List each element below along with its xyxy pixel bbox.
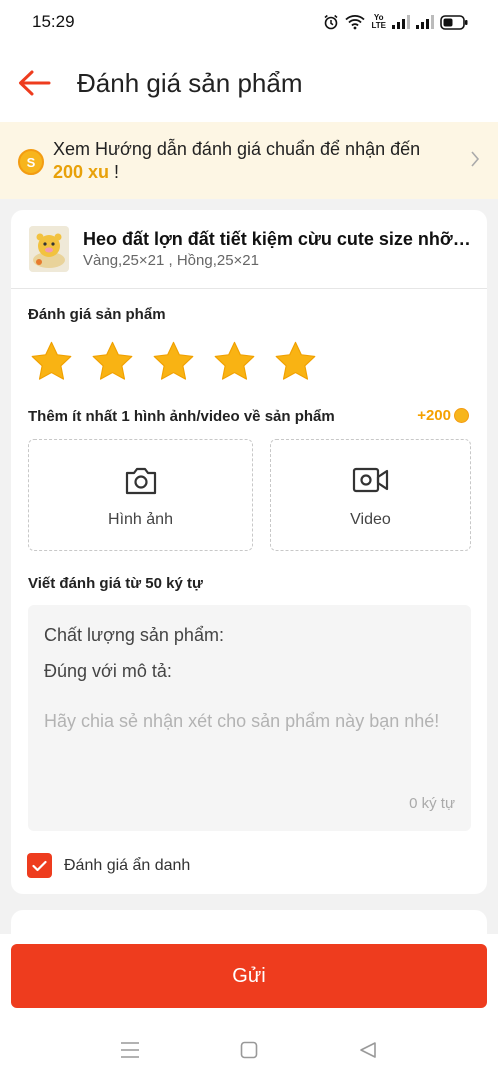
char-count: 0 ký tự: [409, 795, 455, 812]
status-icons: Yo LTE: [323, 11, 468, 33]
signal-icon: [392, 15, 410, 29]
promo-suffix: !: [109, 162, 120, 182]
product-name: Heo đất lợn đất tiết kiệm cừu cute size …: [83, 229, 475, 249]
add-video-label: Video: [350, 511, 391, 528]
promo-text: Xem Hướng dẫn đánh giá chuẩn để nhận đến…: [53, 138, 453, 184]
check-icon: [32, 860, 47, 871]
battery-icon: [440, 14, 468, 30]
bottom-bar: Gửi: [0, 934, 498, 1020]
review-placeholder: Hãy chia sẻ nhận xét cho sản phẩm này bạ…: [44, 711, 440, 731]
menu-icon[interactable]: [118, 1038, 142, 1062]
star-icon[interactable]: [150, 339, 197, 384]
app-header: Đánh giá sản phẩm: [0, 44, 498, 122]
video-camera-icon: [352, 466, 390, 499]
media-label: Thêm ít nhất 1 hình ảnh/video về sản phẩ…: [28, 408, 335, 425]
wifi-icon: [345, 14, 366, 30]
alarm-icon: [323, 14, 339, 30]
page-title: Đánh giá sản phẩm: [77, 68, 303, 98]
coin-icon: [454, 408, 469, 423]
submit-button[interactable]: Gửi: [11, 944, 487, 1008]
arrow-left-icon[interactable]: [16, 66, 52, 100]
home-icon[interactable]: [237, 1038, 261, 1062]
camera-icon: [124, 466, 158, 501]
review-prompt-quality: Chất lượng sản phẩm:: [44, 625, 224, 645]
media-bonus-value: +200: [417, 407, 451, 424]
review-card: Heo đất lợn đất tiết kiệm cừu cute size …: [11, 210, 487, 894]
anonymous-label[interactable]: Đánh giá ẩn danh: [64, 857, 190, 875]
product-row: Heo đất lợn đất tiết kiệm cừu cute size …: [11, 210, 487, 289]
volte-icon: Yo LTE: [371, 14, 386, 30]
signal-icon: [416, 15, 434, 29]
add-photo-label: Hình ảnh: [108, 511, 173, 528]
review-textarea[interactable]: Chất lượng sản phẩm: Đúng với mô tả: Hãy…: [28, 605, 471, 831]
status-time: 15:29: [32, 12, 75, 31]
review-prompt-match: Đúng với mô tả:: [44, 661, 172, 681]
system-nav-bar: [0, 1020, 498, 1080]
add-photo-button[interactable]: Hình ảnh: [28, 439, 253, 551]
add-video-button[interactable]: Video: [270, 439, 471, 551]
media-bonus: +200: [417, 407, 469, 424]
product-variant: Vàng,25×21 , Hồng,25×21: [83, 252, 259, 269]
review-label: Viết đánh giá từ 50 ký tự: [28, 575, 203, 592]
star-icon[interactable]: [272, 339, 319, 384]
star-icon[interactable]: [211, 339, 258, 384]
promo-reward: 200 xu: [53, 162, 110, 182]
status-bar: 15:29 Yo LTE: [0, 0, 498, 44]
star-icon[interactable]: [28, 339, 75, 384]
back-icon[interactable]: [356, 1038, 380, 1062]
promo-banner[interactable]: S Xem Hướng dẫn đánh giá chuẩn để nhận đ…: [0, 122, 498, 199]
star-icon[interactable]: [89, 339, 136, 384]
coin-icon: S: [18, 149, 44, 175]
chevron-right-icon[interactable]: [470, 150, 480, 173]
product-image: [29, 226, 69, 272]
promo-message: Xem Hướng dẫn đánh giá chuẩn để nhận đến: [53, 139, 421, 159]
rating-label: Đánh giá sản phẩm: [28, 306, 166, 323]
volte-bottom: LTE: [371, 21, 386, 30]
anonymous-checkbox[interactable]: [27, 853, 52, 878]
submit-label: Gửi: [232, 964, 266, 987]
star-rating: [28, 339, 319, 384]
